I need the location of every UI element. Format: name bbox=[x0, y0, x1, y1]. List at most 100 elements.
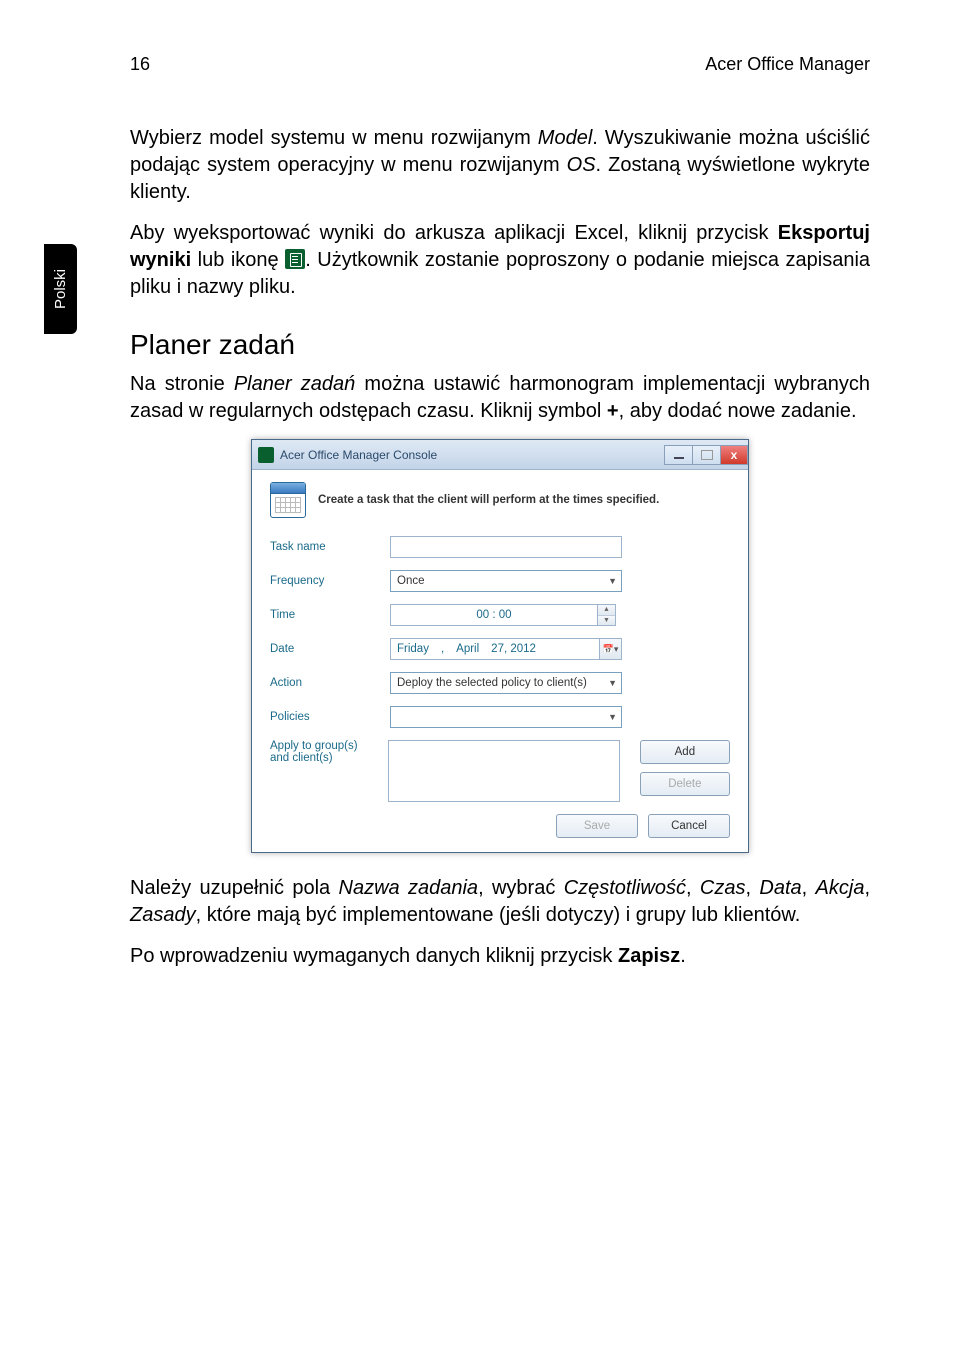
label-apply-line1: Apply to group(s) bbox=[270, 740, 388, 752]
titlebar-left: Acer Office Manager Console bbox=[258, 447, 437, 463]
dialog-window: Acer Office Manager Console Create a tas… bbox=[251, 439, 749, 853]
page-content: 16 Acer Office Manager Wybierz model sys… bbox=[130, 54, 870, 984]
app-icon bbox=[258, 447, 274, 463]
action-value: Deploy the selected policy to client(s) bbox=[397, 677, 587, 689]
emphasis: OS bbox=[567, 154, 596, 176]
paragraph-2: Aby wyeksportować wyniki do arkusza apli… bbox=[130, 220, 870, 301]
page-header: 16 Acer Office Manager bbox=[130, 54, 870, 75]
text: Aby wyeksportować wyniki do arkusza apli… bbox=[130, 222, 778, 244]
date-day: 27, 2012 bbox=[491, 643, 536, 655]
frequency-value: Once bbox=[397, 575, 425, 587]
emphasis: Data bbox=[759, 877, 801, 899]
screenshot-dialog: Acer Office Manager Console Create a tas… bbox=[130, 439, 870, 853]
calendar-dropdown-icon: 📅▾ bbox=[603, 644, 619, 655]
text: . bbox=[680, 945, 686, 967]
emphasis: Planer zadań bbox=[234, 373, 355, 395]
section-heading: Planer zadań bbox=[130, 329, 870, 361]
apply-listbox[interactable] bbox=[388, 740, 620, 802]
date-month: April bbox=[456, 643, 479, 655]
bold: + bbox=[607, 400, 619, 422]
row-frequency: Frequency Once ▼ bbox=[270, 570, 730, 592]
spinner-down-icon: ▼ bbox=[598, 616, 615, 626]
text: lub ikonę bbox=[191, 249, 285, 271]
datepicker-button[interactable]: 📅▾ bbox=[600, 638, 622, 660]
text: , bbox=[864, 877, 870, 899]
paragraph-4: Należy uzupełnić pola Nazwa zadania, wyb… bbox=[130, 875, 870, 929]
text: , aby dodać nowe zadanie. bbox=[619, 400, 857, 422]
text: , wybrać bbox=[478, 877, 564, 899]
text: , które mają być implementowane (jeśli d… bbox=[196, 904, 801, 926]
language-tab: Polski bbox=[44, 244, 77, 334]
add-button[interactable]: Add bbox=[640, 740, 730, 764]
calendar-icon bbox=[270, 482, 306, 518]
date-sep: , bbox=[441, 643, 444, 655]
text: , bbox=[802, 877, 816, 899]
save-button[interactable]: Save bbox=[556, 814, 638, 838]
label-frequency: Frequency bbox=[270, 575, 390, 587]
cancel-button[interactable]: Cancel bbox=[648, 814, 730, 838]
action-dropdown[interactable]: Deploy the selected policy to client(s) … bbox=[390, 672, 622, 694]
language-label: Polski bbox=[52, 269, 69, 309]
text: Wybierz model systemu w menu rozwijanym bbox=[130, 127, 538, 149]
time-spinner[interactable]: ▲ ▼ bbox=[598, 604, 616, 626]
row-action: Action Deploy the selected policy to cli… bbox=[270, 672, 730, 694]
row-policies: Policies ▼ bbox=[270, 706, 730, 728]
time-input[interactable]: 00 : 00 bbox=[390, 604, 598, 626]
label-date: Date bbox=[270, 643, 390, 655]
add-label: Add bbox=[675, 746, 695, 758]
policies-dropdown[interactable]: ▼ bbox=[390, 706, 622, 728]
row-date: Date Friday , April 27, 2012 📅▾ bbox=[270, 638, 730, 660]
dialog-description: Create a task that the client will perfo… bbox=[318, 494, 659, 506]
window-title: Acer Office Manager Console bbox=[280, 448, 437, 462]
spinner-up-icon: ▲ bbox=[598, 605, 615, 616]
text: , bbox=[745, 877, 759, 899]
running-head: Acer Office Manager bbox=[705, 54, 870, 75]
emphasis: Czas bbox=[700, 877, 746, 899]
paragraph-5: Po wprowadzeniu wymaganych danych klikni… bbox=[130, 943, 870, 970]
dialog-footer: Save Cancel bbox=[270, 814, 730, 838]
export-icon bbox=[285, 249, 305, 269]
row-time: Time 00 : 00 ▲ ▼ bbox=[270, 604, 730, 626]
window-buttons bbox=[664, 445, 748, 465]
paragraph-1: Wybierz model systemu w menu rozwijanym … bbox=[130, 125, 870, 206]
delete-label: Delete bbox=[668, 778, 701, 790]
emphasis: Zasady bbox=[130, 904, 196, 926]
text: Należy uzupełnić pola bbox=[130, 877, 339, 899]
row-apply: Apply to group(s) and client(s) Add Dele… bbox=[270, 740, 730, 802]
page-number: 16 bbox=[130, 54, 150, 75]
text: Po wprowadzeniu wymaganych danych klikni… bbox=[130, 945, 618, 967]
label-policies: Policies bbox=[270, 711, 390, 723]
label-apply: Apply to group(s) and client(s) bbox=[270, 740, 388, 764]
chevron-down-icon: ▼ bbox=[608, 712, 617, 722]
label-time: Time bbox=[270, 609, 390, 621]
chevron-down-icon: ▼ bbox=[608, 576, 617, 586]
date-weekday: Friday bbox=[397, 643, 429, 655]
emphasis: Nazwa zadania bbox=[339, 877, 479, 899]
emphasis: Częstotliwość bbox=[564, 877, 686, 899]
row-task-name: Task name bbox=[270, 536, 730, 558]
minimize-button[interactable] bbox=[664, 445, 692, 465]
emphasis: Model bbox=[538, 127, 592, 149]
cancel-label: Cancel bbox=[671, 820, 707, 832]
frequency-dropdown[interactable]: Once ▼ bbox=[390, 570, 622, 592]
label-action: Action bbox=[270, 677, 390, 689]
time-value: 00 : 00 bbox=[476, 609, 511, 621]
date-input[interactable]: Friday , April 27, 2012 bbox=[390, 638, 600, 660]
maximize-button[interactable] bbox=[692, 445, 720, 465]
titlebar: Acer Office Manager Console bbox=[252, 440, 748, 470]
text: , bbox=[686, 877, 700, 899]
dialog-body: Create a task that the client will perfo… bbox=[252, 470, 748, 852]
chevron-down-icon: ▼ bbox=[608, 678, 617, 688]
apply-button-column: Add Delete bbox=[640, 740, 730, 796]
save-label: Save bbox=[584, 820, 610, 832]
paragraph-3: Na stronie Planer zadań można ustawić ha… bbox=[130, 371, 870, 425]
delete-button[interactable]: Delete bbox=[640, 772, 730, 796]
close-button[interactable] bbox=[720, 445, 748, 465]
emphasis: Akcja bbox=[816, 877, 865, 899]
dialog-header: Create a task that the client will perfo… bbox=[270, 482, 730, 518]
text: Na stronie bbox=[130, 373, 234, 395]
task-name-input[interactable] bbox=[390, 536, 622, 558]
bold: Zapisz bbox=[618, 945, 680, 967]
label-apply-line2: and client(s) bbox=[270, 752, 388, 764]
label-task-name: Task name bbox=[270, 541, 390, 553]
